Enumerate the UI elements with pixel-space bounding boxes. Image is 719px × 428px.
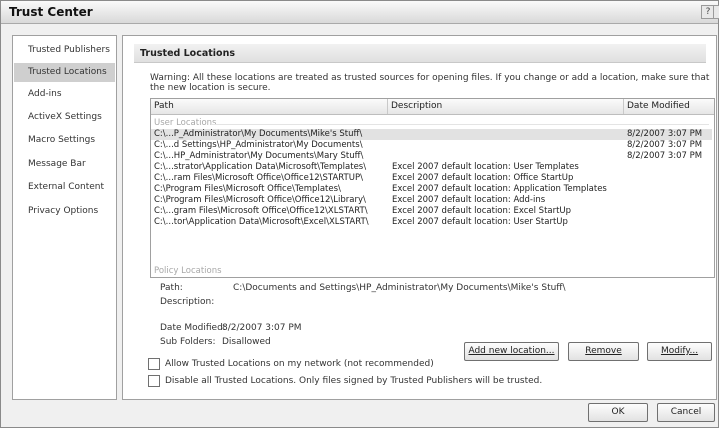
table-row[interactable]: C:\...ram Files\Microsoft Office\Office1…	[151, 173, 712, 184]
category-sidebar: Trusted Publishers Trusted Locations Add…	[12, 35, 117, 400]
column-header-date-modified[interactable]: Date Modified	[624, 99, 714, 114]
detail-subfolders-value: Disallowed	[222, 337, 271, 347]
row-date: 8/2/2007 3:07 PM	[627, 129, 703, 139]
sidebar-item-external-content[interactable]: External Content	[14, 178, 115, 197]
disable-all-checkbox[interactable]	[148, 375, 160, 387]
detail-date-value: 8/2/2007 3:07 PM	[222, 323, 302, 333]
ok-button[interactable]: OK	[588, 403, 648, 422]
add-new-location-button[interactable]: Add new location...	[464, 342, 559, 361]
row-description: Excel 2007 default location: User Templa…	[392, 162, 579, 172]
detail-path-label: Path:	[160, 283, 183, 293]
row-path: C:\Program Files\Microsoft Office\Office…	[154, 195, 366, 205]
sidebar-item-message-bar[interactable]: Message Bar	[14, 155, 115, 174]
row-description: Excel 2007 default location: Excel Start…	[392, 206, 572, 216]
table-row[interactable]: C:\Program Files\Microsoft Office\Templa…	[151, 184, 712, 195]
section-title: Trusted Locations	[134, 44, 706, 63]
modify-label: Modify...	[660, 346, 699, 356]
table-row[interactable]: C:\...P_Administrator\My Documents\Mike'…	[151, 129, 712, 140]
sidebar-item-activex-settings[interactable]: ActiveX Settings	[14, 108, 115, 127]
add-new-location-label: Add new location...	[468, 346, 555, 356]
row-path: C:\...ram Files\Microsoft Office\Office1…	[154, 173, 363, 183]
row-path: C:\...tor\Application Data\Microsoft\Exc…	[154, 217, 369, 227]
sidebar-item-trusted-locations[interactable]: Trusted Locations	[14, 63, 115, 82]
table-row[interactable]: C:\...HP_Administrator\My Documents\Mary…	[151, 151, 712, 162]
allow-network-checkbox[interactable]	[148, 358, 160, 370]
detail-description-label: Description:	[160, 297, 215, 307]
dialog-title: Trust Center	[9, 5, 93, 19]
detail-date-label: Date Modified:	[160, 323, 226, 333]
row-description: Excel 2007 default location: Office Star…	[392, 173, 574, 183]
row-path: C:\...strator\Application Data\Microsoft…	[154, 162, 367, 172]
close-button[interactable]	[713, 5, 719, 19]
row-path: C:\...d Settings\HP_Administrator\My Doc…	[154, 140, 363, 150]
allow-network-label[interactable]: Allow Trusted Locations on my network (n…	[165, 359, 434, 369]
sidebar-item-macro-settings[interactable]: Macro Settings	[14, 131, 115, 150]
row-date: 8/2/2007 3:07 PM	[627, 140, 703, 150]
table-row[interactable]: C:\...strator\Application Data\Microsoft…	[151, 162, 712, 173]
row-description: Excel 2007 default location: Add-ins	[392, 195, 546, 205]
row-date: 8/2/2007 3:07 PM	[627, 151, 703, 161]
group-label-policy-locations: Policy Locations	[154, 266, 222, 276]
table-row[interactable]: C:\...tor\Application Data\Microsoft\Exc…	[151, 217, 712, 228]
row-path: C:\Program Files\Microsoft Office\Templa…	[154, 184, 341, 194]
table-row[interactable]: C:\...gram Files\Microsoft Office\Office…	[151, 206, 712, 217]
row-description: Excel 2007 default location: Application…	[392, 184, 607, 194]
trusted-locations-panel: Trusted Locations Warning: All these loc…	[122, 35, 717, 400]
remove-label: Remove	[585, 346, 622, 356]
cancel-button[interactable]: Cancel	[657, 403, 715, 422]
detail-path-value: C:\Documents and Settings\HP_Administrat…	[233, 283, 566, 293]
row-path: C:\...HP_Administrator\My Documents\Mary…	[154, 151, 364, 161]
modify-button[interactable]: Modify...	[647, 342, 712, 361]
group-label-user-locations: User Locations	[154, 118, 217, 128]
locations-table[interactable]: Path Description Date Modified User Loca…	[150, 98, 715, 278]
warning-text: Warning: All these locations are treated…	[150, 73, 710, 93]
row-path: C:\...P_Administrator\My Documents\Mike'…	[154, 129, 363, 139]
detail-subfolders-label: Sub Folders:	[160, 337, 216, 347]
sidebar-item-trusted-publishers[interactable]: Trusted Publishers	[14, 41, 115, 60]
table-row[interactable]: C:\Program Files\Microsoft Office\Office…	[151, 195, 712, 206]
disable-all-label[interactable]: Disable all Trusted Locations. Only file…	[165, 376, 542, 386]
table-row[interactable]: C:\...d Settings\HP_Administrator\My Doc…	[151, 140, 712, 151]
remove-button[interactable]: Remove	[568, 342, 639, 361]
table-header: Path Description Date Modified	[151, 99, 714, 115]
row-description: Excel 2007 default location: User StartU…	[392, 217, 568, 227]
column-header-description[interactable]: Description	[388, 99, 624, 114]
trust-center-dialog: Trust Center ? Trusted Publishers Truste…	[0, 0, 719, 428]
group-divider	[211, 124, 709, 125]
sidebar-item-privacy-options[interactable]: Privacy Options	[14, 202, 115, 221]
title-bar: Trust Center ?	[1, 1, 719, 24]
column-header-path[interactable]: Path	[151, 99, 388, 114]
sidebar-item-add-ins[interactable]: Add-ins	[14, 85, 115, 104]
row-path: C:\...gram Files\Microsoft Office\Office…	[154, 206, 368, 216]
